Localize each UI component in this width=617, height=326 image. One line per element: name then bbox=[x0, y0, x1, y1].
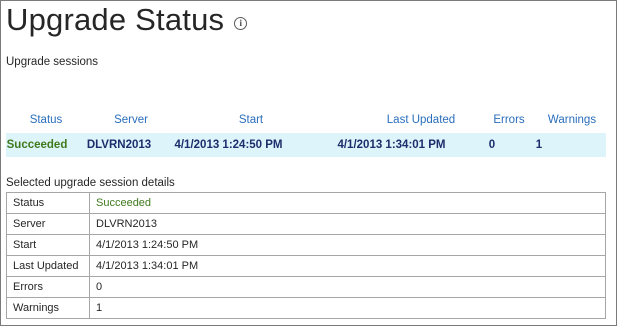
column-header-start[interactable]: Start bbox=[211, 114, 291, 126]
column-header-warnings[interactable]: Warnings bbox=[539, 114, 605, 126]
details-key: Start bbox=[6, 234, 90, 256]
details-key: Server bbox=[6, 213, 90, 235]
column-header-status[interactable]: Status bbox=[16, 114, 76, 126]
details-row: Server DLVRN2013 bbox=[6, 213, 606, 235]
session-details-label: Selected upgrade session details bbox=[6, 177, 175, 189]
details-key: Last Updated bbox=[6, 255, 90, 277]
details-row: Start 4/1/2013 1:24:50 PM bbox=[6, 234, 606, 256]
details-row: Status Succeeded bbox=[6, 192, 606, 214]
details-key: Errors bbox=[6, 276, 90, 298]
sessions-header-row: Status Server Start Last Updated Errors … bbox=[6, 114, 606, 132]
session-errors: 0 bbox=[488, 139, 496, 151]
details-key: Warnings bbox=[6, 297, 90, 319]
session-warnings: 1 bbox=[535, 139, 543, 151]
title-row: Upgrade Status i bbox=[6, 2, 248, 38]
details-row: Errors 0 bbox=[6, 276, 606, 298]
upgrade-sessions-label: Upgrade sessions bbox=[6, 56, 99, 68]
session-row[interactable]: Succeeded DLVRN2013 4/1/2013 1:24:50 PM … bbox=[6, 133, 606, 157]
page-title: Upgrade Status bbox=[6, 2, 225, 37]
session-start: 4/1/2013 1:24:50 PM bbox=[174, 139, 283, 151]
details-row: Warnings 1 bbox=[6, 297, 606, 319]
column-header-errors[interactable]: Errors bbox=[484, 114, 534, 126]
session-status: Succeeded bbox=[6, 139, 68, 151]
details-value: 4/1/2013 1:24:50 PM bbox=[89, 234, 606, 256]
details-value: DLVRN2013 bbox=[89, 213, 606, 235]
info-icon[interactable]: i bbox=[234, 16, 248, 30]
details-value: 4/1/2013 1:34:01 PM bbox=[89, 255, 606, 277]
details-value: 0 bbox=[89, 276, 606, 298]
column-header-last-updated[interactable]: Last Updated bbox=[361, 114, 481, 126]
details-row: Last Updated 4/1/2013 1:34:01 PM bbox=[6, 255, 606, 277]
session-last-updated: 4/1/2013 1:34:01 PM bbox=[337, 139, 446, 151]
details-value: Succeeded bbox=[89, 192, 606, 214]
column-header-server[interactable]: Server bbox=[101, 114, 161, 126]
details-value: 1 bbox=[89, 297, 606, 319]
details-key: Status bbox=[6, 192, 90, 214]
session-server: DLVRN2013 bbox=[86, 139, 152, 151]
session-details-table: Status Succeeded Server DLVRN2013 Start … bbox=[6, 192, 606, 319]
